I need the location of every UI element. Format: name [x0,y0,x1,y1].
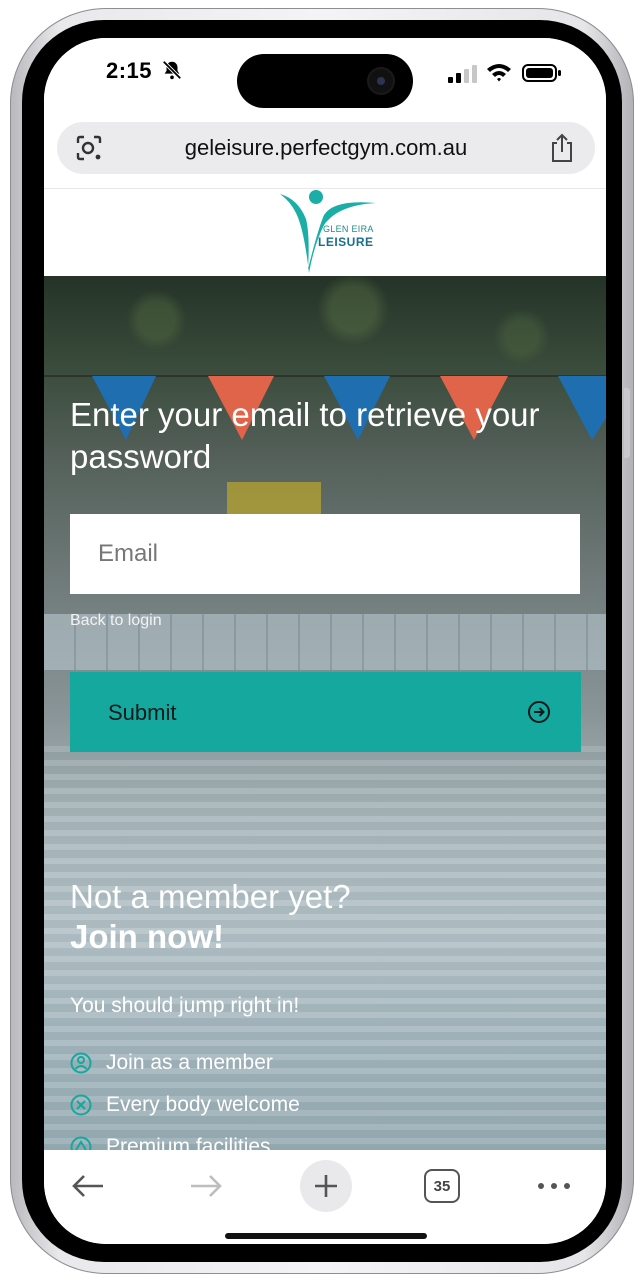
share-icon[interactable] [549,133,575,163]
benefit-item: Every body welcome [70,1084,300,1126]
benefit-label: Join as a member [106,1051,273,1074]
submit-button[interactable]: Submit [70,672,581,752]
forward-arrow-icon [191,1175,222,1197]
submit-label: Submit [108,700,177,725]
join-now-link[interactable]: Join now! [70,916,224,958]
url-text: geleisure.perfectgym.com.au [184,135,468,160]
front-camera-icon [367,67,395,95]
benefit-label: Every body welcome [106,1093,300,1116]
status-bar: 2:15 [44,38,606,114]
not-member-heading: Not a member yet? [70,878,351,915]
member-icon [70,1052,92,1074]
signal-icon [448,65,477,83]
join-tagline: You should jump right in! [70,994,300,1017]
tree-background [44,276,606,386]
benefit-item: Join as a member [70,1042,300,1084]
welcome-icon [70,1094,92,1116]
address-bar[interactable]: geleisure.perfectgym.com.au [57,122,595,174]
forward-button[interactable] [186,1166,226,1206]
new-tab-button[interactable] [300,1160,352,1212]
wifi-icon [487,64,511,82]
more-icon [538,1183,570,1189]
screen: 2:15 geleisure.perfectgym.com.au GLEN EI… [44,38,606,1244]
back-to-login-link[interactable]: Back to login [70,612,162,630]
logo-text-big: LEISURE [318,235,374,249]
retrieve-password-title: Enter your email to retrieve your passwo… [70,396,540,475]
status-time: 2:15 [106,58,153,83]
side-button [624,388,630,458]
email-input[interactable] [70,514,580,594]
back-arrow-icon [72,1175,103,1197]
back-button[interactable] [68,1166,108,1206]
tabs-count-button[interactable]: 35 [424,1169,460,1203]
browser-toolbar: 35 [44,1150,606,1244]
web-page: GLEN EIRA LEISURE Enter your email to re… [44,188,606,1150]
benefit-label: Premium facilities [106,1135,271,1150]
arrow-right-circle-icon [528,701,550,723]
benefits-list: Join as a member Every body welcome Prem… [70,1042,300,1150]
bell-slash-icon [162,60,182,80]
more-button[interactable] [534,1166,574,1206]
battery-icon [522,64,561,82]
dynamic-island [237,54,413,108]
site-header: GLEN EIRA LEISURE [44,188,606,277]
benefit-item: Premium facilities [70,1126,300,1150]
hero-section: Enter your email to retrieve your passwo… [44,276,606,1150]
logo-text-small: GLEN EIRA [323,224,374,234]
facilities-icon [70,1136,92,1150]
home-indicator[interactable] [225,1233,427,1239]
plus-icon [315,1175,337,1197]
